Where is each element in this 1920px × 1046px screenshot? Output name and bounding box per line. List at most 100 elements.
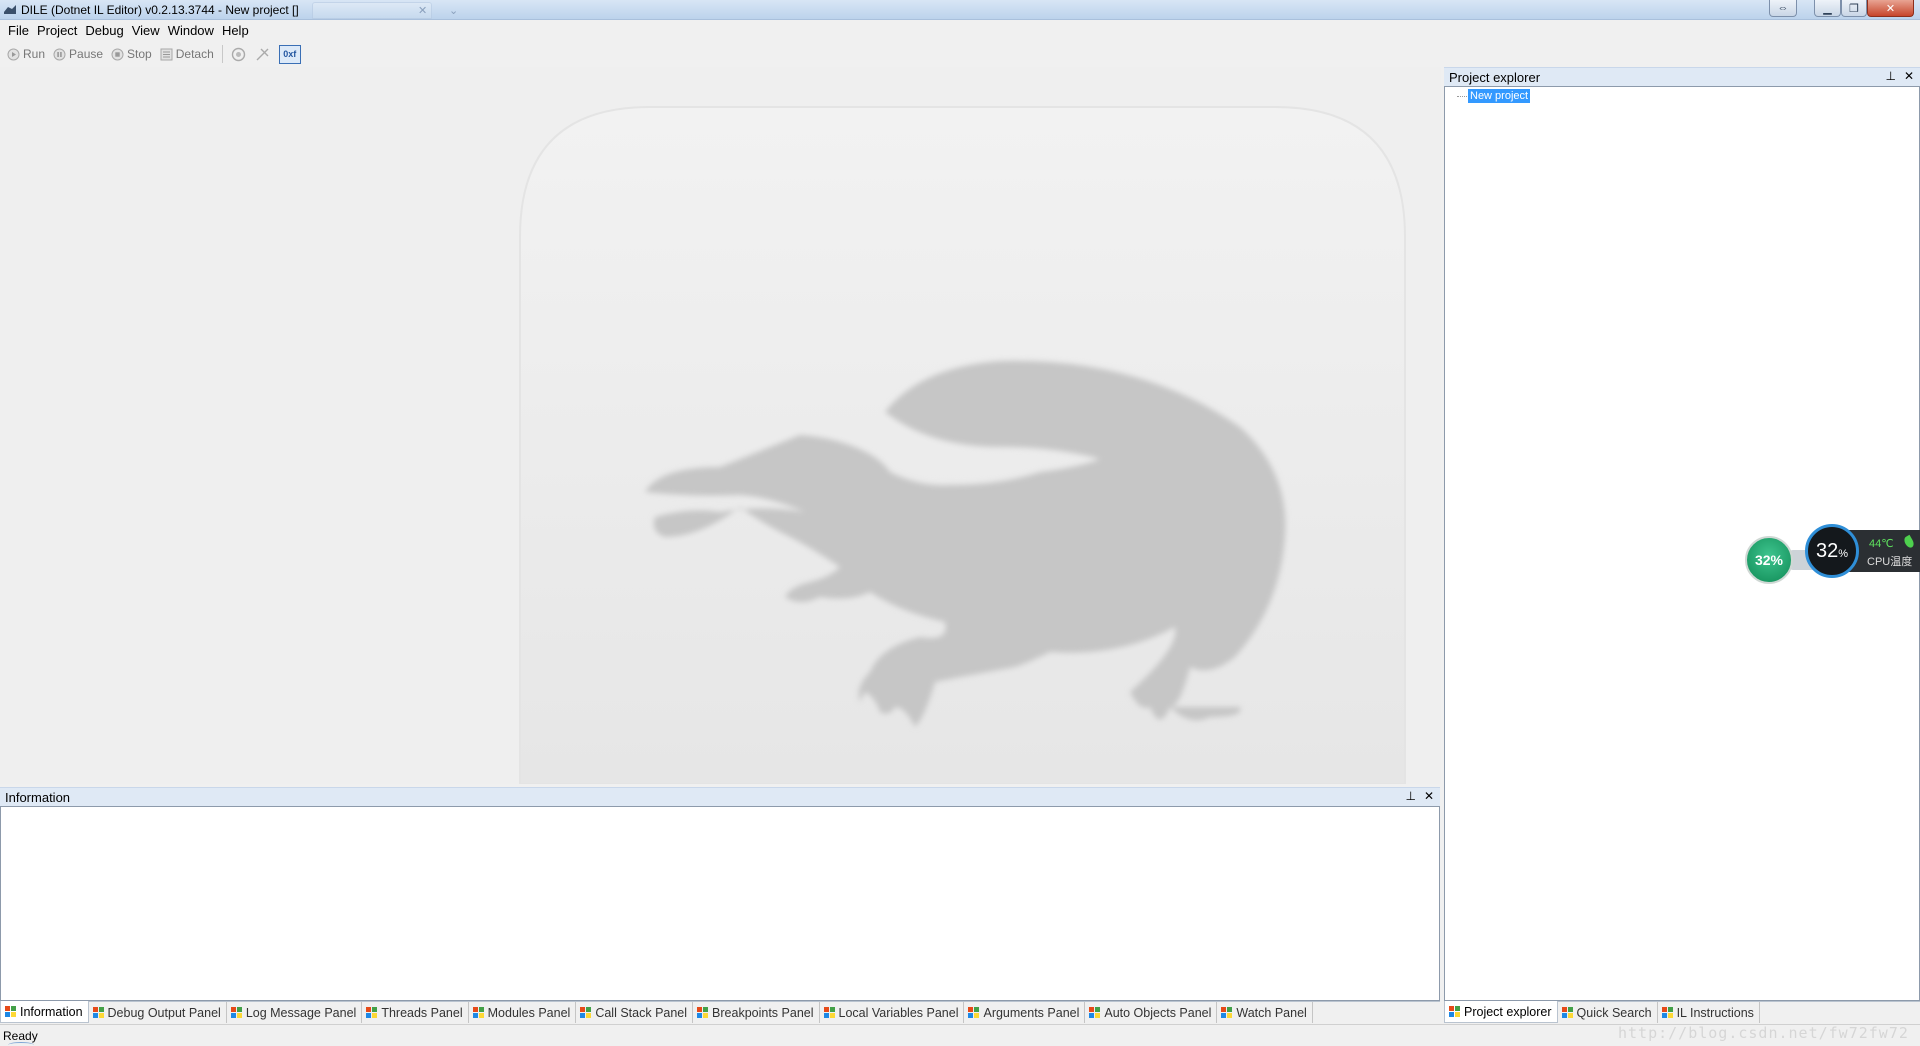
restore-down-button[interactable]: ⇔ [1769,0,1797,17]
document-area [0,67,1441,784]
tools-button[interactable] [254,45,272,63]
menu-bar: File Project Debug View Window Help [0,20,1920,41]
pin-icon[interactable]: ⊥ [1405,789,1415,803]
close-icon[interactable]: ✕ [1424,789,1434,803]
menu-file[interactable]: File [4,20,33,41]
panel-icon [823,1006,836,1019]
tab-label: Information [20,1004,83,1019]
cpu-usage-value: 32 [1815,539,1839,562]
tab-label: Debug Output Panel [107,1005,221,1020]
crocodile-watermark-icon [519,106,1406,784]
tab-label: Threads Panel [381,1005,463,1020]
attach-process-button[interactable] [230,45,248,63]
tab-arguments[interactable]: Arguments Panel [964,1002,1086,1023]
tab-quick-search[interactable]: Quick Search [1558,1002,1658,1023]
tab-label: Auto Objects Panel [1104,1005,1212,1020]
panel-icon [580,1006,592,1019]
cpu-usage-dial: 32% [1805,524,1859,578]
run-label: Run [23,47,46,61]
tab-label: Quick Search [1576,1005,1652,1020]
tab-label: Call Stack Panel [595,1005,688,1020]
wrench-icon [256,48,269,60]
panel-icon [366,1006,378,1019]
pause-button[interactable]: Pause [49,44,107,64]
maximize-button[interactable]: ❐ [1841,0,1867,17]
panel-icon [1661,1006,1674,1019]
detach-button[interactable]: Detach [156,44,218,64]
title-bar: DILE (Dotnet IL Editor) v0.2.13.3744 - N… [0,0,1920,20]
stop-label: Stop [127,47,152,61]
minimize-button[interactable]: ▁ [1814,0,1841,17]
tab-threads[interactable]: Threads Panel [362,1002,469,1023]
tab-modules[interactable]: Modules Panel [469,1002,577,1023]
tab-label: Arguments Panel [983,1005,1080,1020]
stop-button[interactable]: Stop [107,44,156,64]
tab-il-instructions[interactable]: IL Instructions [1658,1002,1760,1023]
pin-icon[interactable]: ⊥ [1885,69,1895,83]
panel-icon [1221,1006,1233,1019]
close-icon: ✕ [418,5,428,17]
cpu-monitor-widget[interactable]: 32% 32% 44℃ CPU温度 [1745,520,1920,584]
ghost-tab [312,2,432,19]
information-panel: Information ⊥ ✕ [0,787,1440,1001]
toolbar-separator [221,45,223,63]
stop-icon [111,48,124,60]
panel-icon [92,1006,105,1019]
blog-watermark: http://blog.csdn.net/fw72fw72 [1618,1024,1909,1042]
panel-icon [697,1006,709,1019]
toolbar: Run Pause Stop Detach 0xf [0,42,1920,66]
tab-breakpoints[interactable]: Breakpoints Panel [693,1002,820,1023]
bottom-panel-tabs: Information Debug Output Panel Log Messa… [0,1001,1440,1023]
tab-auto-objects[interactable]: Auto Objects Panel [1085,1002,1218,1023]
play-icon [7,48,20,60]
panel-icon [1449,1005,1461,1018]
panel-icon [5,1005,17,1018]
panel-icon [230,1006,243,1019]
tab-label: IL Instructions [1676,1005,1754,1020]
close-icon[interactable]: ✕ [1904,69,1914,83]
menu-debug[interactable]: Debug [81,20,127,41]
project-explorer-header: Project explorer ⊥ ✕ [1444,67,1920,86]
close-button[interactable]: ✕ [1867,0,1914,17]
run-button[interactable]: Run [3,44,49,64]
menu-view[interactable]: View [128,20,164,41]
menu-help[interactable]: Help [218,20,253,41]
information-content[interactable] [0,806,1440,1001]
right-panel-tabs: Project explorer Quick Search IL Instruc… [1444,1001,1920,1023]
detach-icon [160,48,173,60]
tab-label: Log Message Panel [245,1005,357,1020]
tab-log-message[interactable]: Log Message Panel [227,1002,363,1023]
window-title: DILE (Dotnet IL Editor) v0.2.13.3744 - N… [21,3,299,17]
tab-debug-output[interactable]: Debug Output Panel [89,1002,227,1023]
attach-icon [232,47,246,61]
chevron-down-icon: ⌄ [449,5,459,17]
tree-node-new-project[interactable]: New project [1468,89,1531,103]
information-panel-title: Information [5,789,71,805]
tab-watch[interactable]: Watch Panel [1217,1002,1313,1023]
tab-information[interactable]: Information [0,1001,89,1023]
cpu-usage-unit: % [1838,548,1849,560]
status-text: Ready [3,1029,38,1043]
pause-label: Pause [69,47,104,61]
tab-call-stack[interactable]: Call Stack Panel [576,1002,694,1023]
hex-display-toggle[interactable]: 0xf [278,44,301,64]
status-decoration [8,1042,34,1046]
pause-icon [53,48,66,60]
information-panel-header: Information ⊥ ✕ [0,787,1440,806]
tab-project-explorer[interactable]: Project explorer [1444,1001,1558,1023]
tab-label: Breakpoints Panel [712,1005,814,1020]
tab-label: Modules Panel [487,1005,571,1020]
status-bar: Ready http://blog.csdn.net/fw72fw72 [0,1024,1920,1046]
tab-label: Watch Panel [1236,1005,1307,1020]
cpu-temperature-label: CPU温度 [1867,556,1913,568]
tab-label: Local Variables Panel [838,1005,959,1020]
detach-label: Detach [175,47,214,61]
panel-icon [472,1006,485,1019]
app-icon [4,5,16,14]
panel-icon [1561,1006,1574,1019]
memory-usage-badge: 32% [1745,536,1793,584]
cpu-temperature: 44℃ [1869,538,1894,550]
menu-window[interactable]: Window [164,20,218,41]
menu-project[interactable]: Project [33,20,81,41]
tab-local-variables[interactable]: Local Variables Panel [820,1002,965,1023]
